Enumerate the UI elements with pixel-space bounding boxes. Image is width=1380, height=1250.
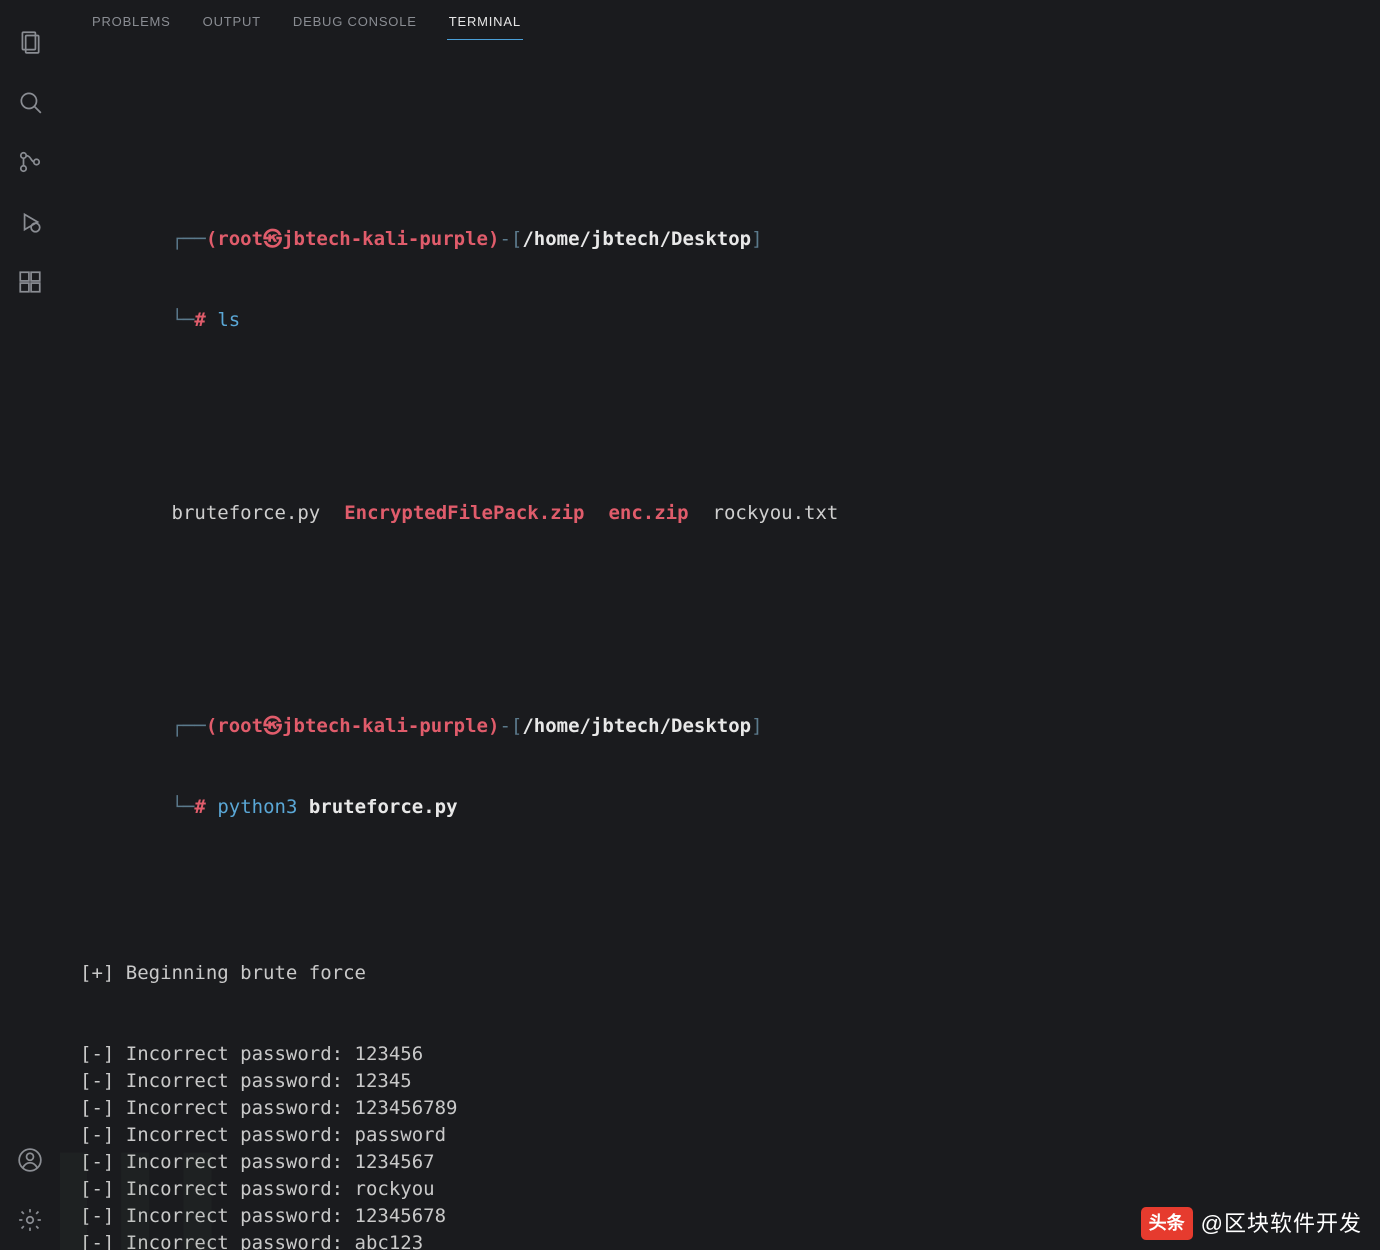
ls-output: bruteforce.py EncryptedFilePack.zip enc.zi…: [80, 473, 1360, 554]
terminal[interactable]: ▌▌▌ ┌──(root㉿jbtech-kali-purple)-[/home/…: [60, 40, 1380, 1250]
shell-prompt: ┌──(root㉿jbtech-kali-purple)-[/home/jbte…: [80, 686, 1360, 848]
prompt-corner-bot: └─: [172, 309, 195, 331]
file-item: rockyou.txt: [713, 502, 839, 524]
explorer-icon[interactable]: [6, 18, 54, 66]
accounts-icon[interactable]: [6, 1136, 54, 1184]
command-python3: python3: [217, 796, 297, 818]
prompt-bracket-open: [: [511, 228, 522, 250]
output-line: [-] Incorrect password: password: [80, 1122, 1360, 1149]
file-item: bruteforce.py: [172, 502, 321, 524]
output-line: [-] Incorrect password: 1234567: [80, 1149, 1360, 1176]
settings-gear-icon[interactable]: [6, 1196, 54, 1244]
main-panel: PROBLEMS OUTPUT DEBUG CONSOLE TERMINAL ▌…: [60, 0, 1380, 1250]
prompt-dash: -: [499, 228, 510, 250]
prompt-open: (: [206, 228, 217, 250]
tab-debug-console[interactable]: DEBUG CONSOLE: [291, 10, 419, 40]
app-root: PROBLEMS OUTPUT DEBUG CONSOLE TERMINAL ▌…: [0, 0, 1380, 1250]
command-arg-script: bruteforce.py: [309, 796, 458, 818]
prompt-close: ): [488, 228, 499, 250]
prompt-corner-top: ┌──: [172, 228, 206, 250]
file-item: EncryptedFilePack.zip: [344, 502, 584, 524]
output-line: [+] Beginning brute force: [80, 960, 1360, 987]
tab-problems[interactable]: PROBLEMS: [90, 10, 173, 40]
prompt-host: jbtech-kali-purple: [282, 228, 488, 250]
file-item: enc.zip: [608, 502, 688, 524]
prompt-at: ㉿: [263, 228, 282, 250]
prompt-user: root: [217, 228, 263, 250]
tab-output[interactable]: OUTPUT: [201, 10, 263, 40]
watermark-text: @区块软件开发: [1201, 1210, 1362, 1237]
output-line: [-] Incorrect password: rockyou: [80, 1176, 1360, 1203]
search-icon[interactable]: [6, 78, 54, 126]
command-ls: ls: [217, 309, 240, 331]
run-debug-icon[interactable]: [6, 198, 54, 246]
shell-prompt: ┌──(root㉿jbtech-kali-purple)-[/home/jbte…: [80, 199, 1360, 361]
extensions-icon[interactable]: [6, 258, 54, 306]
panel-tabs: PROBLEMS OUTPUT DEBUG CONSOLE TERMINAL: [60, 0, 1380, 40]
activity-bar: [0, 0, 60, 1250]
output-line: [-] Incorrect password: 12345: [80, 1068, 1360, 1095]
prompt-bracket-close: ]: [751, 228, 762, 250]
prompt-hash: #: [194, 309, 205, 331]
tab-terminal[interactable]: TERMINAL: [447, 10, 523, 40]
output-line: [-] Incorrect password: 123456789: [80, 1095, 1360, 1122]
prompt-path: /home/jbtech/Desktop: [522, 228, 751, 250]
watermark-badge: 头条: [1141, 1207, 1193, 1240]
source-control-icon[interactable]: [6, 138, 54, 186]
watermark: 头条 @区块软件开发: [1141, 1207, 1362, 1240]
output-line: [-] Incorrect password: 123456: [80, 1041, 1360, 1068]
